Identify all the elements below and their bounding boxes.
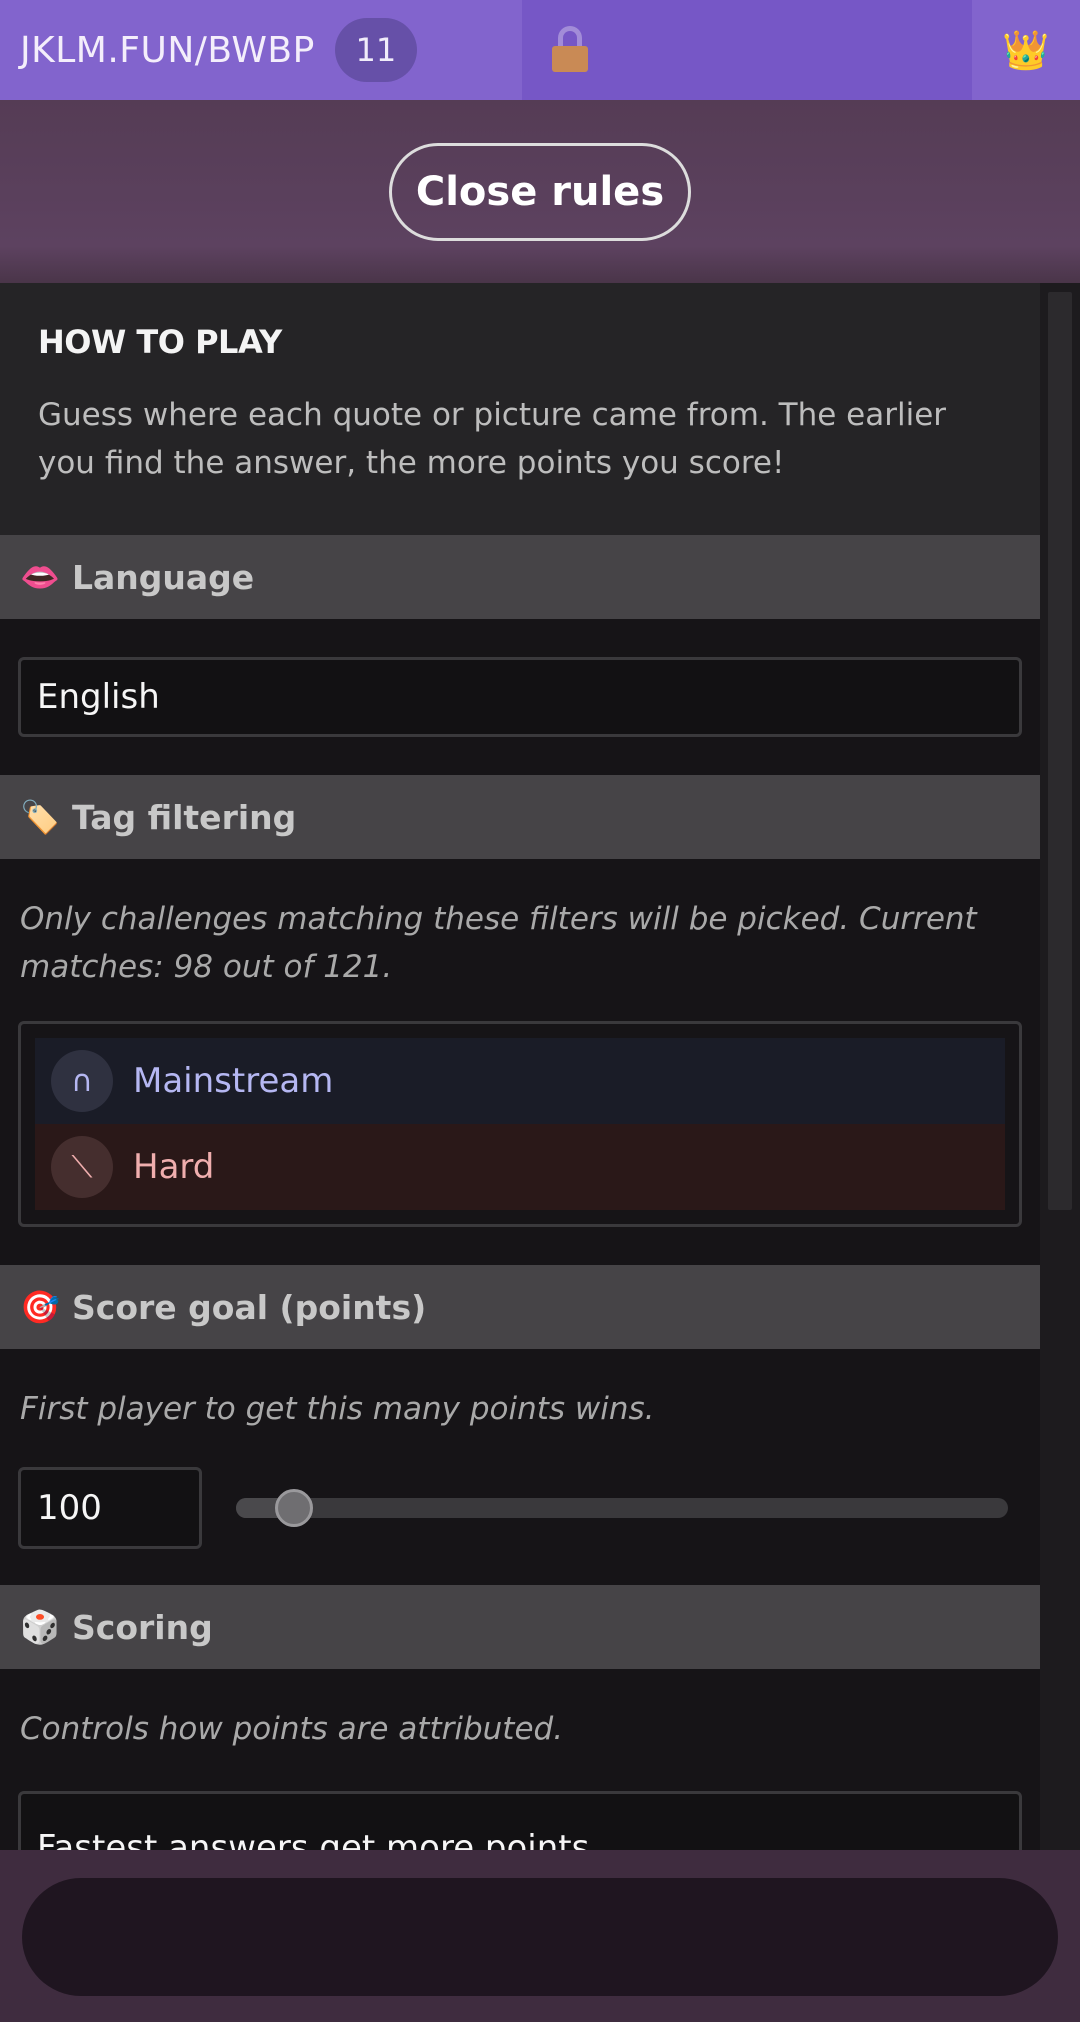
tag-filter-list: ∩ Mainstream ⟍ Hard <box>18 1021 1022 1227</box>
section-title: Tag filtering <box>72 797 297 837</box>
section-title: Score goal (points) <box>72 1287 427 1327</box>
scoring-select[interactable]: Fastest answers get more points <box>18 1791 1022 1850</box>
top-bar: JKLM.FUN/BWBP 11 👑 <box>0 0 1080 100</box>
tag-filtering-description: Only challenges matching these filters w… <box>20 901 977 985</box>
score-goal-slider[interactable] <box>236 1489 1008 1527</box>
tag-label: Hard <box>133 1147 215 1187</box>
slider-thumb[interactable] <box>274 1489 313 1527</box>
how-to-play-title: HOW TO PLAY <box>38 323 282 361</box>
rules-header: Close rules <box>0 100 1080 283</box>
room-code[interactable]: JKLM.FUN/BWBP <box>20 30 315 71</box>
exclude-icon[interactable]: ⟍ <box>51 1136 113 1198</box>
scrollbar-thumb[interactable] <box>1048 292 1072 1210</box>
dice-icon: 🎲 <box>20 1608 60 1646</box>
player-count-badge[interactable]: 11 <box>334 18 417 82</box>
label-tag-icon: 🏷️ <box>20 798 60 836</box>
target-icon: 🎯 <box>20 1288 60 1326</box>
close-rules-button[interactable]: Close rules <box>389 142 691 241</box>
intersection-icon[interactable]: ∩ <box>51 1050 113 1112</box>
tag-filter-hard[interactable]: ⟍ Hard <box>35 1124 1005 1210</box>
tag-label: Mainstream <box>133 1061 334 1101</box>
score-goal-input[interactable]: 100 <box>18 1467 202 1549</box>
crown-button[interactable]: 👑 <box>972 0 1080 100</box>
lips-icon: 👄 <box>20 558 60 596</box>
score-goal-controls: 100 <box>18 1467 1022 1549</box>
crown-icon: 👑 <box>1002 27 1050 72</box>
room-info: JKLM.FUN/BWBP 11 <box>0 0 522 100</box>
how-to-play-text: Guess where each quote or picture came f… <box>38 397 947 481</box>
section-tag-filtering-header: 🏷️ Tag filtering <box>0 775 1040 859</box>
language-value: English <box>37 677 160 717</box>
scoring-description: Controls how points are attributed. <box>20 1711 564 1747</box>
section-title: Language <box>72 557 255 597</box>
rules-panel: HOW TO PLAY Guess where each quote or pi… <box>0 283 1040 1850</box>
section-scoring-header: 🎲 Scoring <box>0 1585 1040 1669</box>
lock-icon[interactable] <box>550 26 590 74</box>
score-goal-description: First player to get this many points win… <box>20 1391 655 1427</box>
section-language-header: 👄 Language <box>0 535 1040 619</box>
bottom-bar <box>0 1850 1080 2022</box>
score-goal-value: 100 <box>37 1488 102 1528</box>
scoring-value: Fastest answers get more points <box>37 1828 590 1850</box>
language-select[interactable]: English <box>18 657 1022 737</box>
room-status-area <box>522 0 972 100</box>
tag-filter-mainstream[interactable]: ∩ Mainstream <box>35 1038 1005 1124</box>
section-title: Scoring <box>72 1607 213 1647</box>
how-to-play: HOW TO PLAY Guess where each quote or pi… <box>0 283 1040 535</box>
chat-input[interactable] <box>22 1878 1058 1996</box>
section-score-goal-header: 🎯 Score goal (points) <box>0 1265 1040 1349</box>
